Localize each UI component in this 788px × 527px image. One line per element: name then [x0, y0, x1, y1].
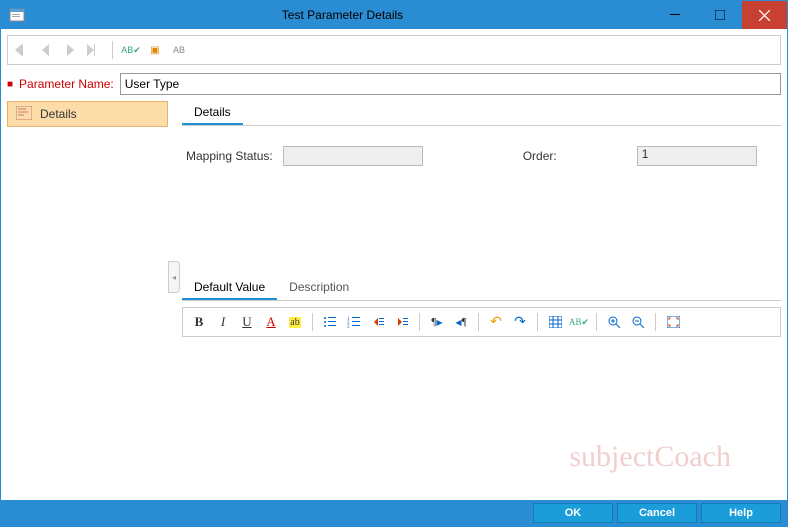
rtl-button[interactable]: ◀¶	[451, 312, 471, 332]
help-button[interactable]: Help	[701, 503, 781, 523]
rte-sep-1	[312, 313, 313, 331]
zoomin-button[interactable]	[604, 312, 624, 332]
ltr-button[interactable]: ¶▶	[427, 312, 447, 332]
order-field: 1	[637, 146, 757, 166]
zoomout-button[interactable]	[628, 312, 648, 332]
fontcolor-button[interactable]: A	[261, 312, 281, 332]
bullets-button[interactable]	[320, 312, 340, 332]
sidebar-item-details[interactable]: Details	[7, 101, 168, 127]
window-controls	[652, 1, 787, 29]
tab-default-value[interactable]: Default Value	[182, 276, 277, 300]
window-root: Test Parameter Details AB✔ ▣ AB ■	[0, 0, 788, 527]
svg-text:3: 3	[347, 325, 350, 328]
titlebar[interactable]: Test Parameter Details	[1, 1, 787, 29]
main-toolbar: AB✔ ▣ AB	[7, 35, 781, 65]
fullscreen-button[interactable]	[663, 312, 683, 332]
italic-button[interactable]: I	[213, 312, 233, 332]
clipboard-button[interactable]: AB	[169, 40, 189, 60]
indent-button[interactable]	[392, 312, 412, 332]
first-record-button[interactable]	[12, 40, 32, 60]
rte-toolbar: B I U A ab 123 ¶▶ ◀¶ ↶ ↷	[182, 307, 781, 337]
outdent-button[interactable]	[368, 312, 388, 332]
toolbar-separator	[112, 41, 113, 59]
bold-button[interactable]: B	[189, 312, 209, 332]
redo-button[interactable]: ↷	[510, 312, 530, 332]
highlight-button[interactable]: ab	[285, 312, 305, 332]
minimize-button[interactable]	[652, 1, 697, 29]
sidebar-item-label: Details	[40, 107, 77, 121]
maximize-button[interactable]	[697, 1, 742, 29]
required-indicator: ■	[7, 79, 13, 90]
mapping-status-label: Mapping Status:	[186, 149, 273, 163]
lower-tabs: Default Value Description	[182, 276, 781, 301]
watermark: subjectCoach	[569, 440, 731, 474]
underline-button[interactable]: U	[237, 312, 257, 332]
upper-tabs: Details	[182, 101, 781, 126]
last-record-button[interactable]	[84, 40, 104, 60]
rte-sep-3	[478, 313, 479, 331]
body: Details ◂ Details Mapping Status: Order:…	[7, 101, 781, 494]
table-button[interactable]	[545, 312, 565, 332]
rte-sep-4	[537, 313, 538, 331]
rte-sep-2	[419, 313, 420, 331]
window-title: Test Parameter Details	[33, 8, 652, 22]
spellcheck2-button[interactable]: AB✔	[569, 312, 589, 332]
splitter-handle[interactable]: ◂	[168, 261, 180, 293]
rte-sep-6	[655, 313, 656, 331]
next-record-button[interactable]	[60, 40, 80, 60]
rte-sep-5	[596, 313, 597, 331]
tab-description[interactable]: Description	[277, 276, 361, 300]
spellcheck-button[interactable]: AB✔	[121, 40, 141, 60]
previous-record-button[interactable]	[36, 40, 56, 60]
parameter-name-input[interactable]	[120, 73, 781, 95]
app-icon	[7, 5, 27, 25]
numbered-button[interactable]: 123	[344, 312, 364, 332]
parameter-name-row: ■ Parameter Name:	[7, 73, 781, 95]
content-area: ◂ Details Mapping Status: Order: 1 Defau…	[182, 101, 781, 494]
order-label: Order:	[523, 149, 557, 163]
details-icon	[16, 106, 32, 123]
ok-button[interactable]: OK	[533, 503, 613, 523]
sidebar: Details	[7, 101, 168, 494]
tab-details[interactable]: Details	[182, 101, 243, 125]
close-button[interactable]	[742, 1, 787, 29]
undo-button[interactable]: ↶	[486, 312, 506, 332]
cancel-button[interactable]: Cancel	[617, 503, 697, 523]
footer: OK Cancel Help	[1, 500, 787, 526]
parameter-name-label: Parameter Name:	[19, 77, 114, 91]
client-area: AB✔ ▣ AB ■ Parameter Name: Details ◂	[1, 29, 787, 500]
flag-button[interactable]: ▣	[145, 40, 165, 60]
mapping-status-field	[283, 146, 423, 166]
details-fields: Mapping Status: Order: 1	[182, 126, 781, 176]
